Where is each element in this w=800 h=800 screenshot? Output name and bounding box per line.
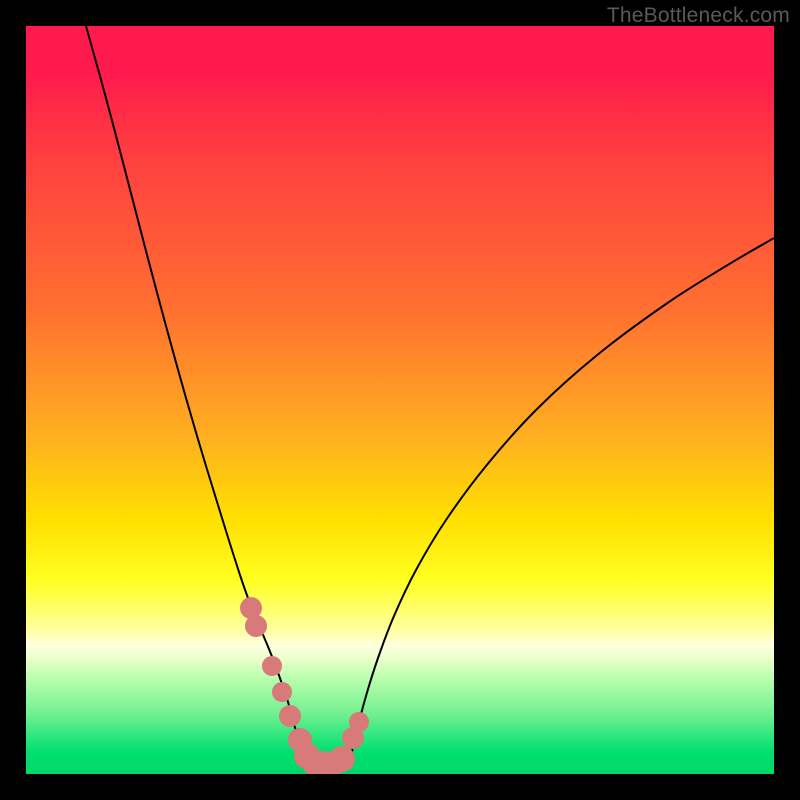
right-curve xyxy=(348,238,774,770)
marker-dot xyxy=(329,746,355,772)
marker-dot xyxy=(262,656,282,676)
chart-svg xyxy=(26,26,774,774)
marker-dot xyxy=(349,712,369,732)
marker-group xyxy=(240,597,369,774)
marker-dot xyxy=(245,615,267,637)
marker-dot xyxy=(279,705,301,727)
marker-dot xyxy=(272,682,292,702)
watermark-text: TheBottleneck.com xyxy=(607,4,790,28)
chart-frame xyxy=(26,26,774,774)
